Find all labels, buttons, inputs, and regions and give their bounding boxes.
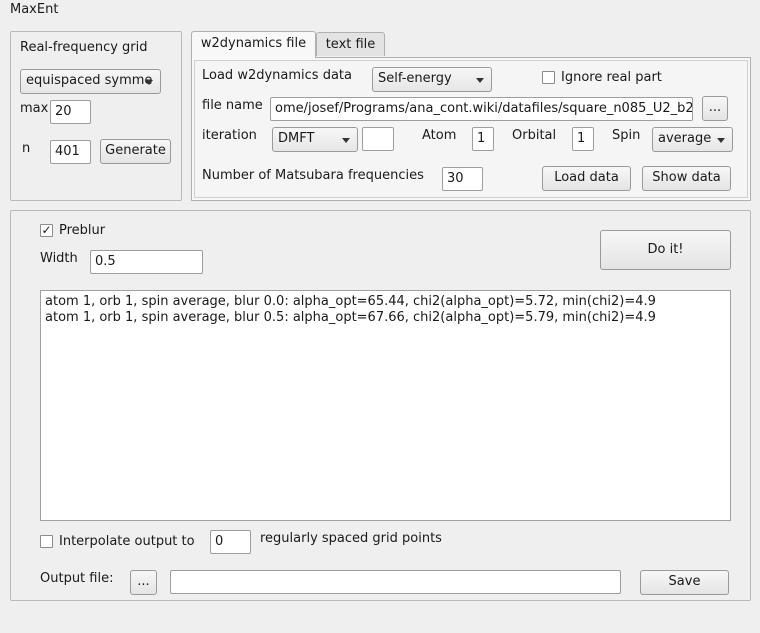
chevron-down-icon	[717, 138, 725, 143]
n-input[interactable]: 401	[50, 140, 91, 164]
output-log-line: atom 1, orb 1, spin average, blur 0.0: a…	[45, 294, 656, 309]
spin-select[interactable]: average	[652, 127, 733, 152]
output-log[interactable]: atom 1, orb 1, spin average, blur 0.0: a…	[40, 290, 731, 521]
file-name-label: file name	[202, 98, 263, 113]
interpolate-output-checkbox[interactable]	[40, 535, 53, 548]
orbital-input[interactable]: 1	[572, 127, 594, 151]
width-label: Width	[40, 251, 78, 266]
iteration-label: iteration	[202, 128, 257, 143]
grid-type-select[interactable]: equispaced symme	[20, 69, 161, 94]
chevron-down-icon	[342, 138, 350, 143]
interpolate-suffix-label: regularly spaced grid points	[260, 531, 442, 546]
ignore-real-part-label: Ignore real part	[561, 70, 662, 85]
max-input[interactable]: 20	[50, 100, 91, 124]
show-data-button[interactable]: Show data	[642, 166, 731, 191]
output-file-input[interactable]	[170, 570, 621, 594]
browse-file-button[interactable]: ...	[702, 96, 728, 121]
grid-type-value: equispaced symme	[26, 73, 153, 88]
iteration-value: DMFT	[278, 131, 315, 146]
iteration-select[interactable]: DMFT	[272, 127, 358, 152]
preblur-checkbox[interactable]: ✓	[40, 224, 53, 237]
window-title-bar: MaxEnt	[0, 0, 760, 20]
orbital-label: Orbital	[512, 128, 557, 143]
chevron-down-icon	[476, 78, 484, 83]
output-file-browse-button[interactable]: ...	[130, 570, 157, 595]
file-name-input[interactable]: ome/josef/Programs/ana_cont.wiki/datafil…	[270, 97, 693, 121]
matsubara-frequencies-input[interactable]: 30	[442, 167, 483, 191]
load-w2dynamics-label: Load w2dynamics data	[202, 68, 352, 83]
spin-value: average	[658, 131, 712, 146]
output-file-label: Output file:	[40, 571, 114, 586]
tab-w2dynamics-file[interactable]: w2dynamics file	[191, 31, 316, 58]
max-label: max	[20, 101, 49, 116]
output-log-line: atom 1, orb 1, spin average, blur 0.5: a…	[45, 310, 656, 325]
grid-title: Real-frequency grid	[20, 40, 148, 55]
chevron-down-icon	[145, 80, 153, 85]
spin-label: Spin	[612, 128, 641, 143]
tab-text-file[interactable]: text file	[316, 32, 385, 56]
real-frequency-grid-group	[10, 31, 182, 201]
preblur-label: Preblur	[59, 223, 106, 238]
n-label: n	[22, 141, 31, 156]
window-title: MaxEnt	[10, 2, 59, 17]
data-type-select[interactable]: Self-energy	[372, 67, 492, 92]
width-input[interactable]: 0.5	[90, 250, 203, 274]
generate-button[interactable]: Generate	[100, 139, 171, 164]
atom-input[interactable]: 1	[472, 127, 494, 151]
iteration-number-input[interactable]	[362, 127, 394, 151]
do-it-button[interactable]: Do it!	[600, 230, 731, 270]
ignore-real-part-checkbox[interactable]	[542, 71, 555, 84]
interpolate-points-input[interactable]: 0	[210, 530, 251, 554]
data-type-value: Self-energy	[378, 71, 452, 86]
save-button[interactable]: Save	[640, 570, 729, 595]
atom-label: Atom	[422, 128, 457, 143]
matsubara-frequencies-label: Number of Matsubara frequencies	[202, 168, 424, 183]
load-data-button[interactable]: Load data	[542, 166, 631, 191]
interpolate-output-label: Interpolate output to	[59, 534, 195, 549]
